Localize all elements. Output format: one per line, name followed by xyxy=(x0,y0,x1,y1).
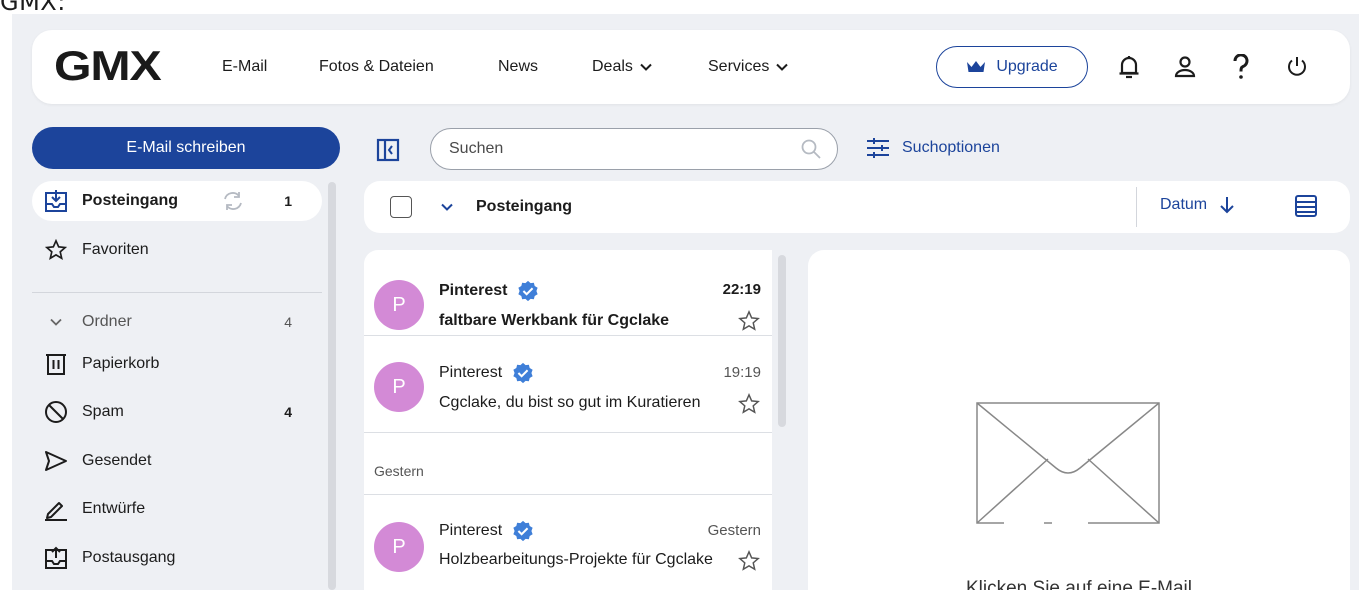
nav-services[interactable]: Services xyxy=(708,58,789,76)
folder-count: 4 xyxy=(284,314,292,330)
upgrade-label: Upgrade xyxy=(996,58,1058,75)
sender-name: Pinterest xyxy=(439,364,503,381)
verified-badge-icon xyxy=(513,520,533,542)
sidebar-item-gesendet[interactable]: Gesendet xyxy=(32,441,322,481)
nav-email[interactable]: E-Mail xyxy=(222,58,267,76)
spam-count: 4 xyxy=(284,404,292,420)
mail-subject: Cgclake, du bist so gut im Kuratieren xyxy=(439,394,701,411)
nav-deals-label: Deals xyxy=(592,58,633,75)
nav-news-label: News xyxy=(498,58,539,75)
inbox-icon xyxy=(44,189,68,213)
sync-icon[interactable] xyxy=(220,189,246,218)
filter-sliders-icon xyxy=(867,138,889,158)
sort-button[interactable]: Datum xyxy=(1160,196,1235,214)
envelope-icon xyxy=(976,402,1160,527)
mail-row[interactable]: P Pinterest 22:19 faltbare Werkbank für … xyxy=(364,250,772,336)
mail-sender: Pinterest xyxy=(439,520,534,542)
mail-time: 22:19 xyxy=(722,281,761,298)
sidebar-item-spam[interactable]: Spam 4 xyxy=(32,392,322,432)
preview-pane: Klicken Sie auf eine E-Mail xyxy=(808,250,1350,590)
sidebar-item-label: Entwürfe xyxy=(82,500,146,517)
sidebar-scrollbar[interactable] xyxy=(328,182,336,590)
sidebar-item-posteingang[interactable]: Posteingang 1 xyxy=(32,181,322,221)
sidebar-item-label: Gesendet xyxy=(82,452,152,469)
date-group-label: Gestern xyxy=(374,463,424,479)
avatar: P xyxy=(374,362,424,412)
search-icon[interactable] xyxy=(801,139,821,159)
mail-list-scrollbar[interactable] xyxy=(778,255,786,427)
gmx-logo[interactable]: GMX xyxy=(54,42,162,90)
block-icon xyxy=(44,400,68,424)
select-all-checkbox[interactable] xyxy=(390,196,412,218)
unread-count: 1 xyxy=(284,193,292,209)
sidebar-item-label: Posteingang xyxy=(82,192,179,209)
avatar: P xyxy=(374,522,424,572)
sidebar-item-favoriten[interactable]: Favoriten xyxy=(32,230,322,270)
panel-toggle-icon[interactable] xyxy=(376,138,400,162)
compose-button[interactable]: E-Mail schreiben xyxy=(32,127,340,169)
sidebar-item-label: Postausgang xyxy=(82,549,176,566)
mail-subject: Holzbearbeitungs-Projekte für Cgclake xyxy=(439,551,713,568)
arrow-down-icon xyxy=(1220,197,1234,214)
sidebar-item-ordner[interactable]: Ordner 4 xyxy=(32,302,322,342)
sidebar-item-label: Ordner xyxy=(82,313,132,330)
sidebar-item-label: Favoriten xyxy=(82,241,149,258)
verified-badge-icon xyxy=(518,280,539,302)
mail-subject: faltbare Werkbank für Cgclake xyxy=(439,312,670,329)
mail-sender: Pinterest xyxy=(439,280,539,302)
sort-label: Datum xyxy=(1160,196,1208,213)
crown-icon xyxy=(967,61,986,72)
nav-fotos-label: Fotos & Dateien xyxy=(319,58,434,75)
list-view-icon[interactable] xyxy=(1294,194,1318,218)
star-icon[interactable] xyxy=(738,310,760,332)
sidebar-item-label: Papierkorb xyxy=(82,355,160,372)
top-navigation-bar: GMX E-Mail Fotos & Dateien News Deals Se… xyxy=(32,30,1350,104)
star-icon[interactable] xyxy=(738,393,760,415)
mail-time: Gestern xyxy=(707,522,761,539)
mail-list: P Pinterest 22:19 faltbare Werkbank für … xyxy=(364,250,772,590)
mail-row[interactable]: P Pinterest Gestern Holzbearbeitungs-Pro… xyxy=(364,495,772,581)
nav-fotos-dateien[interactable]: Fotos & Dateien xyxy=(319,58,434,76)
mail-time: 19:19 xyxy=(723,364,761,381)
nav-deals[interactable]: Deals xyxy=(592,58,653,76)
trash-icon xyxy=(44,352,68,376)
sidebar-item-label: Spam xyxy=(82,403,124,420)
sender-name: Pinterest xyxy=(439,522,503,539)
search-input[interactable] xyxy=(449,140,779,158)
verified-badge-icon xyxy=(513,362,533,384)
mail-sender: Pinterest xyxy=(439,362,534,384)
sender-name: Pinterest xyxy=(439,282,508,299)
user-icon[interactable] xyxy=(1170,52,1200,82)
folder-title: Posteingang xyxy=(476,198,573,215)
sidebar-item-papierkorb[interactable]: Papierkorb xyxy=(32,344,322,384)
chevron-down-icon xyxy=(776,63,789,71)
nav-services-label: Services xyxy=(708,58,770,75)
upgrade-button[interactable]: Upgrade xyxy=(936,46,1088,88)
star-icon xyxy=(44,238,68,262)
outbox-icon xyxy=(44,546,68,570)
star-icon[interactable] xyxy=(738,550,760,572)
mail-row[interactable]: P Pinterest 19:19 Cgclake, du bist so gu… xyxy=(364,347,772,433)
search-options-label: Suchoptionen xyxy=(902,139,1000,156)
nav-news[interactable]: News xyxy=(498,58,538,76)
send-icon xyxy=(44,449,68,473)
chevron-down-icon xyxy=(44,310,68,334)
search-options-button[interactable]: Suchoptionen xyxy=(866,137,1000,159)
sidebar-item-entwuerfe[interactable]: Entwürfe xyxy=(32,489,322,529)
compose-label: E-Mail schreiben xyxy=(126,139,246,156)
chevron-down-icon xyxy=(640,63,652,71)
avatar: P xyxy=(374,280,424,330)
preview-hint: Klicken Sie auf eine E-Mail xyxy=(966,578,1192,590)
header-divider xyxy=(1136,187,1137,227)
chevron-down-icon[interactable] xyxy=(440,200,454,214)
power-icon[interactable] xyxy=(1282,52,1312,82)
mail-list-header: Posteingang Datum xyxy=(364,181,1350,233)
bell-icon[interactable] xyxy=(1114,52,1144,82)
help-icon[interactable] xyxy=(1226,52,1256,82)
search-box xyxy=(430,128,838,170)
nav-email-label: E-Mail xyxy=(222,58,268,75)
sidebar-divider xyxy=(32,292,322,293)
sidebar-item-postausgang[interactable]: Postausgang xyxy=(32,538,322,578)
pencil-icon xyxy=(44,497,68,521)
